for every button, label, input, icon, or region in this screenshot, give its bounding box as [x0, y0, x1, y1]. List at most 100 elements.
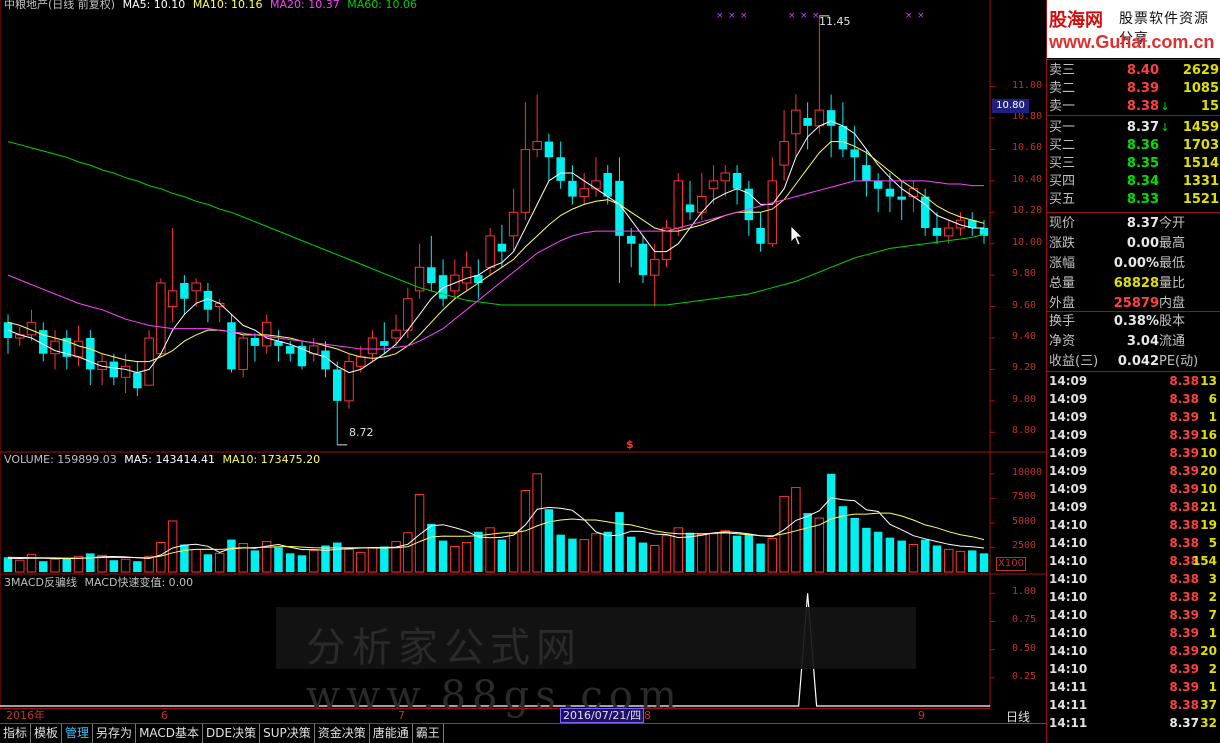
volume-unit: X100 — [996, 557, 1026, 571]
volume-bar — [250, 550, 260, 572]
tick-row: 14:10 8.38 2 — [1047, 588, 1220, 606]
order-price: 8.33 — [1126, 192, 1159, 207]
bid-row[interactable]: 买四 8.34 1331 — [1047, 173, 1220, 191]
stat-row: 现价 8.37 今开 — [1047, 215, 1220, 233]
chart-canvas[interactable]: × × × × × × × × — [0, 0, 1046, 708]
tick-time: 14:09 — [1049, 392, 1088, 406]
tick-volume: 6 — [1208, 392, 1217, 406]
tick-price: 8.39 — [1169, 428, 1199, 442]
volume-bar — [227, 539, 236, 572]
ma60-legend: MA60: 10.06 — [347, 0, 417, 11]
order-level: 买三 — [1049, 156, 1076, 171]
tab-0[interactable]: 指标 — [0, 724, 32, 743]
indicator-axis-label: 0.25 — [1012, 670, 1037, 682]
price-axis-label: 9.00 — [1012, 393, 1037, 405]
bid-row[interactable]: 买三 8.35 1514 — [1047, 155, 1220, 173]
order-volume: 1703 — [1182, 138, 1219, 153]
date-tick: 6 — [161, 709, 168, 722]
tick-time: 14:09 — [1049, 500, 1088, 514]
candle-body — [791, 109, 801, 135]
candle-body — [508, 211, 519, 237]
candle-body — [767, 180, 778, 245]
candle-body — [167, 290, 178, 308]
volume-bar — [450, 545, 460, 573]
volume-bar — [568, 538, 577, 572]
volume-bar — [920, 539, 930, 572]
tick-price: 8.39 — [1169, 662, 1199, 676]
volume-bar — [474, 531, 483, 572]
candle-body — [803, 118, 812, 126]
tab-6[interactable]: SUP决策 — [260, 724, 315, 743]
tick-price: 8.38 — [1169, 590, 1199, 604]
volume-bar — [26, 553, 37, 573]
order-volume: 1521 — [1182, 192, 1219, 207]
bid-row[interactable]: 买一 8.37 ↓ 1459 — [1047, 119, 1220, 137]
stat-value: 0.38% — [1113, 314, 1159, 329]
candle-body — [885, 188, 895, 197]
candle-body — [661, 227, 672, 260]
volume-bar — [579, 539, 589, 573]
stat-label: 涨幅 — [1049, 256, 1076, 271]
tick-row: 14:11 8.38 37 — [1047, 696, 1220, 714]
stat-value: 0.00 — [1126, 236, 1159, 251]
date-tick: 7 — [398, 709, 405, 722]
volume-bar — [544, 509, 554, 572]
tick-row: 14:11 8.39 1 — [1047, 678, 1220, 696]
tick-time: 14:10 — [1049, 554, 1088, 568]
down-arrow-icon: ↓ — [1160, 100, 1170, 113]
candle-body — [697, 196, 707, 213]
price-axis-label: 9.40 — [1012, 331, 1037, 342]
tab-1[interactable]: 模板 — [31, 724, 63, 743]
volume-axis-label: 2500 — [1012, 540, 1037, 552]
volume-bar — [650, 544, 660, 573]
volume-bar — [309, 549, 319, 573]
tick-price: 8.39 — [1169, 464, 1199, 478]
volume-ma-line — [7, 512, 985, 559]
volume-bar — [274, 547, 283, 572]
tab-8[interactable]: 唐能通 — [370, 724, 413, 743]
tab-3[interactable]: 另存为 — [93, 724, 137, 743]
order-level: 买一 — [1049, 120, 1076, 135]
price-axis-label: 11.00 — [1012, 79, 1043, 91]
volume-ma10: MA10: 173475.20 — [222, 453, 321, 466]
candle-body — [380, 341, 389, 346]
ma-line-ma5 — [7, 120, 984, 374]
ask-row[interactable]: 卖一 8.38 ↓ 15 — [1047, 98, 1220, 116]
tick-price: 8.38 — [1169, 392, 1199, 406]
candle-body — [638, 243, 648, 276]
tab-2[interactable]: 管理 — [62, 724, 94, 743]
tab-4[interactable]: MACD基本 — [136, 724, 204, 743]
signal-x-marker: × — [740, 11, 748, 21]
volume-bar — [685, 532, 695, 572]
candle-body — [673, 180, 683, 229]
volume-bar — [356, 551, 366, 573]
stat-value: 0.042 — [1117, 354, 1159, 369]
bid-row[interactable]: 买二 8.36 1703 — [1047, 137, 1220, 155]
tick-row: 14:09 8.39 20 — [1047, 462, 1220, 480]
candle-body — [497, 243, 507, 252]
volume-bar — [333, 542, 342, 572]
volume-bar — [15, 559, 25, 573]
price-axis-label: 9.60 — [1012, 299, 1037, 311]
stat-label-2: 内盘 — [1159, 296, 1186, 311]
order-level: 卖三 — [1049, 63, 1076, 78]
tab-5[interactable]: DDE决策 — [203, 724, 261, 743]
tab-9[interactable]: 霸王 — [413, 724, 444, 743]
tick-time: 14:10 — [1049, 572, 1088, 586]
tick-volume: 37 — [1200, 698, 1217, 712]
volume-bar — [591, 533, 601, 573]
tick-price: 8.39 — [1169, 446, 1199, 460]
tick-volume: 10 — [1200, 446, 1217, 460]
volume-bar — [615, 512, 624, 572]
order-volume: 1085 — [1182, 81, 1219, 96]
candle-body — [261, 321, 272, 347]
ask-row[interactable]: 卖二 8.39 1085 — [1047, 80, 1220, 98]
ma-line-ma60 — [7, 141, 985, 306]
bid-row[interactable]: 买五 8.33 1521 — [1047, 191, 1220, 209]
tab-7[interactable]: 资金决策 — [315, 724, 370, 743]
ask-row[interactable]: 卖三 8.40 2629 — [1047, 62, 1220, 80]
order-level: 卖一 — [1049, 99, 1076, 114]
price-axis-label: 9.80 — [1012, 268, 1037, 280]
order-volume: 1514 — [1182, 156, 1219, 171]
candle-body — [250, 338, 260, 346]
